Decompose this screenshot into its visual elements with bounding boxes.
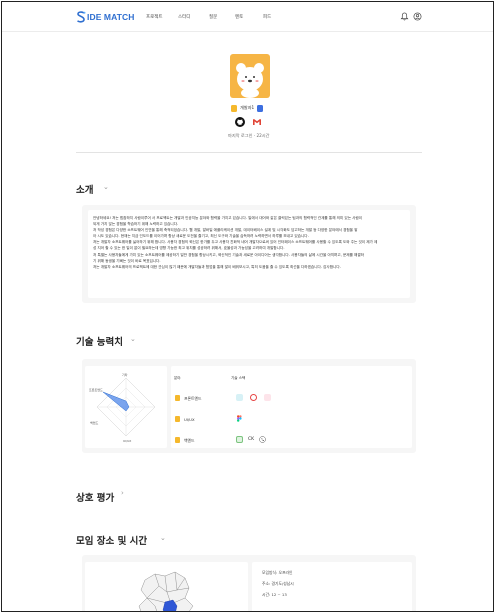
swift-icon (250, 394, 257, 401)
skills-section: 기타 프론트엔드 백엔드 UI/UX 분야 기술 스택 프론트엔드 UI/UX (82, 359, 416, 453)
intro-chevron-down-icon[interactable]: ⌄ (103, 183, 109, 191)
intro-line: 저는 개발자 소프트웨어의 프로젝트에 대한 관심이 많기 때문에 개발자들과 … (93, 264, 341, 269)
meeting-time: 시간: 12 ~ 13 (262, 592, 287, 597)
typescript-icon (264, 394, 271, 401)
meeting-method: 모임방식: 오프라인 (262, 570, 293, 575)
logo-text: IDE MATCH (87, 12, 135, 22)
skills-table: 분야 기술 스택 프론트엔드 UI/UX 백엔드 CK (171, 366, 412, 448)
profile-name-row: 개발자1 (231, 104, 264, 112)
intro-line: 저 특별는 사용자들에게 가치 있는 소프트웨어를 제공하기 일반 경험을 향상… (93, 252, 364, 257)
review-title: 상호 평가 (76, 493, 115, 504)
top-navigation: IDE MATCH 프로젝트 스터디 질문 멘토 피드 (2, 2, 493, 32)
nav-item-project[interactable]: 프로젝트 (146, 14, 163, 20)
row-badge-icon (175, 395, 180, 401)
skills-title: 기술 능력치 (76, 337, 124, 348)
radar-chart-graphic: 기타 프론트엔드 백엔드 UI/UX (89, 372, 156, 443)
nav-item-study[interactable]: 스터디 (178, 14, 190, 20)
row-badge-icon (175, 437, 180, 443)
intro-title: 소개 (76, 185, 94, 196)
page-frame: IDE MATCH 프로젝트 스터디 질문 멘토 피드 개발자1 마지막 로그인… (1, 1, 494, 612)
spring-icon (236, 436, 243, 443)
skill-radar-chart: 기타 프론트엔드 백엔드 UI/UX (85, 366, 167, 448)
radar-label-frontend: 프론트엔드 (89, 387, 103, 392)
radar-label-backend: 백엔드 (90, 420, 99, 425)
skills-col-stack: 기술 스택 (231, 376, 246, 380)
nav-item-feed[interactable]: 피드 (263, 14, 271, 20)
profile-nickname: 개발자1 (240, 105, 255, 110)
level-badge-icon (231, 104, 237, 112)
nav-item-mentor[interactable]: 멘토 (235, 14, 243, 20)
intro-content: 안녕하세요! 저는 힘찹하지 사람이루어 서 프로젝트는 개발과 인공지능 분야… (88, 210, 410, 298)
meeting-title: 모임 장소 및 시간 (76, 536, 148, 547)
meeting-map (85, 562, 248, 611)
figma-icon (236, 415, 243, 422)
meeting-chevron-down-icon[interactable]: ⌄ (160, 534, 166, 542)
logo[interactable]: IDE MATCH (76, 11, 135, 23)
skill-row-uiux: UI/UX (184, 417, 195, 422)
meeting-info: 모임방식: 오프라인 주소: 경기도/성남시 시간: 12 ~ 13 (252, 562, 412, 611)
bell-icon[interactable] (400, 12, 409, 21)
region-map-graphic (138, 571, 194, 611)
phone-icon (259, 436, 266, 443)
user-icon[interactable] (413, 12, 422, 21)
divider (76, 152, 422, 153)
skills-chevron-down-icon[interactable]: ⌄ (130, 335, 136, 343)
skill-row-frontend: 프론트엔드 (184, 396, 202, 401)
avatar-character-image (236, 63, 264, 98)
profile-avatar (230, 54, 270, 98)
radar-label-uiux: UI/UX (123, 439, 131, 443)
meeting-section: 모임방식: 오프라인 주소: 경기도/성남시 시간: 12 ~ 13 (82, 555, 416, 611)
gmail-icon[interactable] (252, 117, 262, 127)
skills-col-area: 분야 (174, 376, 181, 380)
github-icon[interactable] (235, 117, 245, 127)
review-chevron-right-icon[interactable]: › (121, 489, 124, 497)
nav-item-question[interactable]: 질문 (209, 14, 217, 20)
logo-s-icon (76, 11, 86, 23)
react-icon (236, 394, 243, 401)
radar-label-top: 기타 (122, 372, 128, 377)
skill-row-backend: 백엔드 (184, 438, 195, 443)
edit-profile-icon[interactable] (257, 104, 264, 112)
last-login-text: 마지막 로그인 · 22시간 (228, 133, 270, 138)
meeting-place: 주소: 경기도/성남시 (262, 581, 294, 586)
backend-tech-text: CK (248, 437, 255, 442)
intro-section: 안녕하세요! 저는 힘찹하지 사람이루어 서 프로젝트는 개발과 인공지능 분야… (82, 205, 416, 303)
row-badge-icon (175, 416, 180, 422)
